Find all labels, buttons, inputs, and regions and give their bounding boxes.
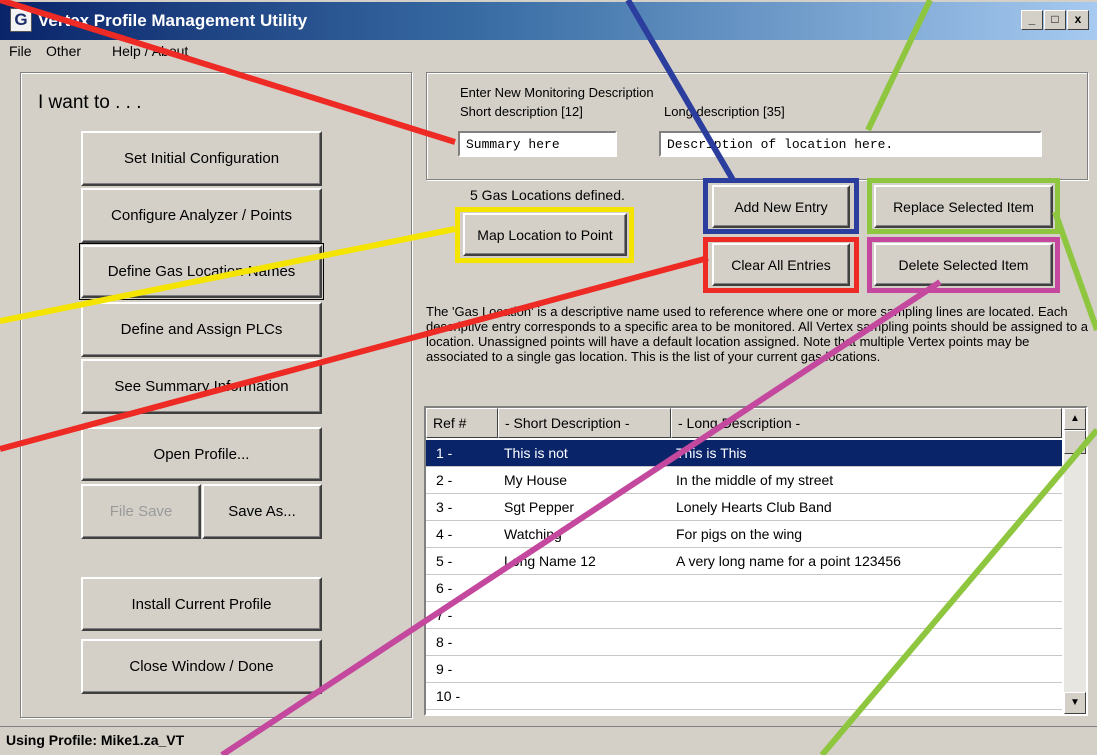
row-ref: 9 - <box>436 661 453 677</box>
save-as-button[interactable]: Save As... <box>202 484 322 539</box>
set-initial-configuration-button[interactable]: Set Initial Configuration <box>81 131 322 186</box>
row-ref: 10 - <box>436 688 461 704</box>
action-heading: I want to . . . <box>38 92 142 113</box>
table-row[interactable]: 10 - <box>426 683 1062 710</box>
close-window-button[interactable]: Close Window / Done <box>81 639 322 694</box>
delete-selected-button[interactable]: Delete Selected Item <box>874 243 1053 286</box>
row-short-description: Long Name 12 <box>504 553 596 569</box>
profile-status: Using Profile: Mike1.za_VT <box>6 732 185 748</box>
row-long-description: This is This <box>676 445 747 461</box>
table-row[interactable]: 5 - Long Name 12 A very long name for a po… <box>426 548 1062 575</box>
see-summary-button[interactable]: See Summary Information <box>81 359 322 414</box>
title-bar: G Vertex Profile Management Utility _ □ … <box>0 2 1097 40</box>
row-ref: 3 - <box>436 499 453 515</box>
scroll-down-arrow-icon[interactable]: ▼ <box>1064 692 1086 714</box>
table-row[interactable]: 2 - My House In the middle of my street <box>426 467 1062 494</box>
locations-count-text: 5 Gas Locations defined. <box>470 187 625 203</box>
add-new-entry-button[interactable]: Add New Entry <box>712 185 850 228</box>
row-ref: 5 - <box>436 553 453 569</box>
row-short-description: Watching <box>504 526 562 542</box>
row-long-description: A very long name for a point 123456 <box>676 553 901 569</box>
row-ref: 1 - <box>436 445 453 461</box>
table-row[interactable]: 6 - <box>426 575 1062 602</box>
column-short-description[interactable]: - Short Description - <box>498 408 671 438</box>
long-description-input[interactable]: Description of location here. <box>659 131 1042 157</box>
row-ref: 6 - <box>436 580 453 596</box>
minimize-button[interactable]: _ <box>1021 10 1043 30</box>
row-long-description: For pigs on the wing <box>676 526 803 542</box>
gas-locations-list[interactable]: Ref # - Short Description - - Long Descr… <box>424 406 1088 716</box>
list-scrollbar[interactable]: ▲ ▼ <box>1064 408 1086 714</box>
define-gas-locations-button[interactable]: Define Gas Location Names <box>79 243 324 300</box>
gas-location-help-text: The 'Gas Location' is a descriptive name… <box>426 304 1088 364</box>
clear-all-entries-button[interactable]: Clear All Entries <box>712 243 850 286</box>
row-ref: 4 - <box>436 526 453 542</box>
scroll-thumb[interactable] <box>1064 430 1086 454</box>
menu-other[interactable]: Other <box>46 43 81 59</box>
table-row[interactable]: 8 - <box>426 629 1062 656</box>
row-short-description: Sgt Pepper <box>504 499 575 515</box>
row-ref: 8 - <box>436 634 453 650</box>
app-window: G Vertex Profile Management Utility _ □ … <box>0 0 1097 755</box>
file-save-button[interactable]: File Save <box>81 484 201 539</box>
scroll-up-arrow-icon[interactable]: ▲ <box>1064 408 1086 430</box>
list-header: Ref # - Short Description - - Long Descr… <box>426 408 1062 438</box>
row-ref: 2 - <box>436 472 453 488</box>
row-long-description: In the middle of my street <box>676 472 834 488</box>
menu-file[interactable]: File <box>9 43 32 59</box>
menu-help-about[interactable]: Help / About <box>112 43 188 59</box>
column-ref[interactable]: Ref # <box>426 408 498 438</box>
open-profile-button[interactable]: Open Profile... <box>81 427 322 481</box>
row-short-description: My House <box>504 472 568 488</box>
menu-bar: File Other Help / About <box>0 40 1097 64</box>
table-row[interactable]: 9 - <box>426 656 1062 683</box>
install-profile-button[interactable]: Install Current Profile <box>81 577 322 631</box>
replace-selected-button[interactable]: Replace Selected Item <box>874 185 1053 228</box>
short-description-input[interactable]: Summary here <box>458 131 617 157</box>
status-bar: Using Profile: Mike1.za_VT <box>0 726 1097 755</box>
map-location-button[interactable]: Map Location to Point <box>463 213 627 256</box>
table-row[interactable]: 4 - Watching For pigs on the wing <box>426 521 1062 548</box>
maximize-button[interactable]: □ <box>1044 10 1066 30</box>
entry-heading: Enter New Monitoring Description <box>460 85 654 100</box>
row-long-description: Lonely Hearts Club Band <box>676 499 832 515</box>
long-description-label: Long description [35] <box>664 104 785 119</box>
vertex-app-icon[interactable]: G <box>10 8 32 32</box>
configure-analyzer-button[interactable]: Configure Analyzer / Points <box>81 188 322 243</box>
define-plcs-button[interactable]: Define and Assign PLCs <box>81 302 322 357</box>
table-row[interactable]: 3 - Sgt Pepper Lonely Hearts Club Band <box>426 494 1062 521</box>
column-long-description[interactable]: - Long Description - <box>671 408 1062 438</box>
table-row[interactable]: 7 - <box>426 602 1062 629</box>
table-row[interactable]: 1 - This is not This is This <box>426 440 1062 467</box>
row-ref: 7 - <box>436 607 453 623</box>
close-button[interactable]: x <box>1067 10 1089 30</box>
row-short-description: This is not <box>504 445 568 461</box>
window-title: Vertex Profile Management Utility <box>38 11 308 30</box>
short-description-label: Short description [12] <box>460 104 583 119</box>
